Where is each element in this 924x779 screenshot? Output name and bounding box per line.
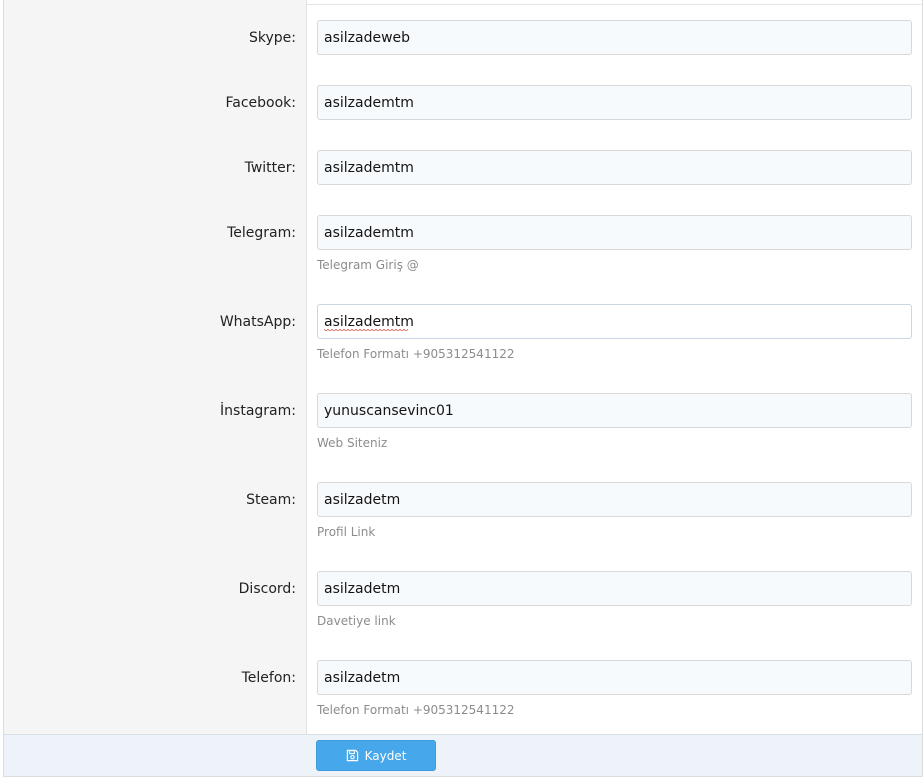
save-button[interactable]: Kaydet <box>316 740 436 771</box>
twitter-input[interactable] <box>317 150 912 185</box>
steam-input[interactable] <box>317 482 912 517</box>
discord-input[interactable] <box>317 571 912 606</box>
facebook-label: Facebook: <box>225 95 297 111</box>
social-settings-form: Skype: Facebook: Twitter: Telegram: Tele… <box>3 0 923 777</box>
whatsapp-hint: Telefon Formatı +905312541122 <box>317 347 515 361</box>
form-footer: Kaydet <box>4 734 922 776</box>
telegram-input[interactable] <box>317 215 912 250</box>
whatsapp-input[interactable] <box>317 304 912 339</box>
telegram-hint: Telegram Giriş @ <box>317 258 419 272</box>
top-divider <box>307 0 923 5</box>
steam-hint: Profil Link <box>317 525 376 539</box>
skype-input[interactable] <box>317 20 912 55</box>
telegram-label: Telegram: <box>227 225 296 241</box>
floppy-disk-icon <box>346 749 358 762</box>
discord-hint: Davetiye link <box>317 614 396 628</box>
skype-label: Skype: <box>249 30 296 46</box>
instagram-input[interactable] <box>317 393 912 428</box>
telefon-hint: Telefon Formatı +905312541122 <box>317 703 515 717</box>
discord-label: Discord: <box>238 581 296 597</box>
whatsapp-label: WhatsApp: <box>219 314 296 330</box>
instagram-hint: Web Siteniz <box>317 436 388 450</box>
telefon-input[interactable] <box>317 660 912 695</box>
instagram-label: İnstagram: <box>220 403 296 419</box>
save-button-label: Kaydet <box>364 748 407 763</box>
facebook-input[interactable] <box>317 85 912 120</box>
steam-label: Steam: <box>246 492 296 508</box>
twitter-label: Twitter: <box>244 160 296 176</box>
telefon-label: Telefon: <box>241 670 296 686</box>
